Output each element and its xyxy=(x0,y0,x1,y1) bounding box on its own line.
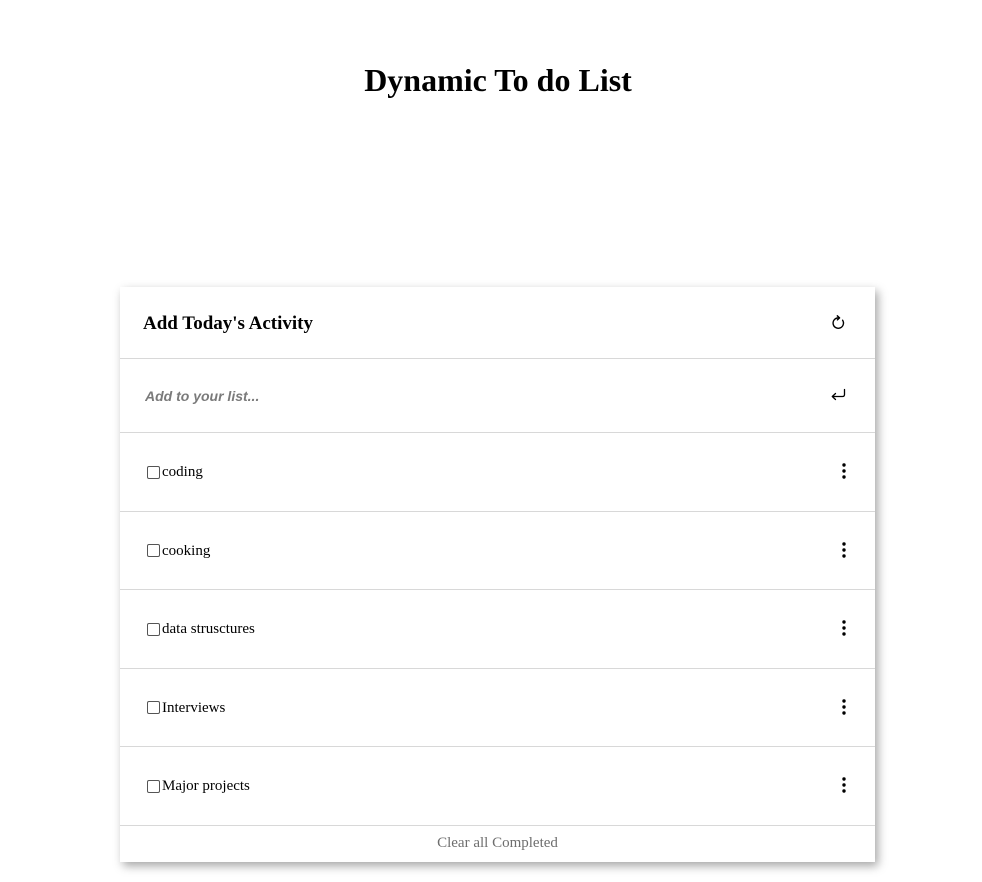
todo-checkbox[interactable] xyxy=(147,622,160,636)
todo-item: data strusctures xyxy=(120,590,875,669)
todo-card: Add Today's Activity coding xyxy=(120,287,875,862)
todo-text: data strusctures xyxy=(162,621,255,638)
add-todo-input[interactable] xyxy=(142,381,788,411)
todo-item-label[interactable]: Major projects xyxy=(147,777,250,795)
refresh-icon[interactable] xyxy=(826,311,850,335)
add-row xyxy=(120,359,875,433)
todo-item: Interviews xyxy=(120,669,875,748)
todo-checkbox[interactable] xyxy=(147,701,160,715)
todo-item: Major projects xyxy=(120,747,875,826)
todo-text: Interviews xyxy=(162,699,226,716)
todo-checkbox[interactable] xyxy=(147,544,160,558)
more-vertical-icon[interactable] xyxy=(838,697,850,717)
todo-item-label[interactable]: Interviews xyxy=(147,699,225,717)
todo-item: cooking xyxy=(120,512,875,591)
more-vertical-icon[interactable] xyxy=(838,540,850,560)
todo-item-label[interactable]: coding xyxy=(147,463,203,481)
page-title: Dynamic To do List xyxy=(364,62,632,98)
more-vertical-icon[interactable] xyxy=(838,461,850,481)
todo-text: cooking xyxy=(162,542,211,559)
todo-text: Major projects xyxy=(162,778,250,795)
card-footer: Clear all Completed xyxy=(120,826,875,862)
todo-item-label[interactable]: data strusctures xyxy=(147,620,255,638)
todo-text: coding xyxy=(162,464,203,480)
todo-item-label[interactable]: cooking xyxy=(147,542,210,560)
card-title: Add Today's Activity xyxy=(143,313,313,334)
enter-icon[interactable] xyxy=(826,383,850,407)
more-vertical-icon[interactable] xyxy=(838,775,850,795)
more-vertical-icon[interactable] xyxy=(838,618,850,638)
clear-completed-button[interactable]: Clear all Completed xyxy=(437,835,558,852)
todo-item: coding xyxy=(120,433,875,512)
todo-list: coding cooking data strusctures Intervie… xyxy=(120,433,875,826)
card-header: Add Today's Activity xyxy=(120,287,875,359)
todo-checkbox[interactable] xyxy=(147,465,160,479)
todo-checkbox[interactable] xyxy=(147,779,160,793)
